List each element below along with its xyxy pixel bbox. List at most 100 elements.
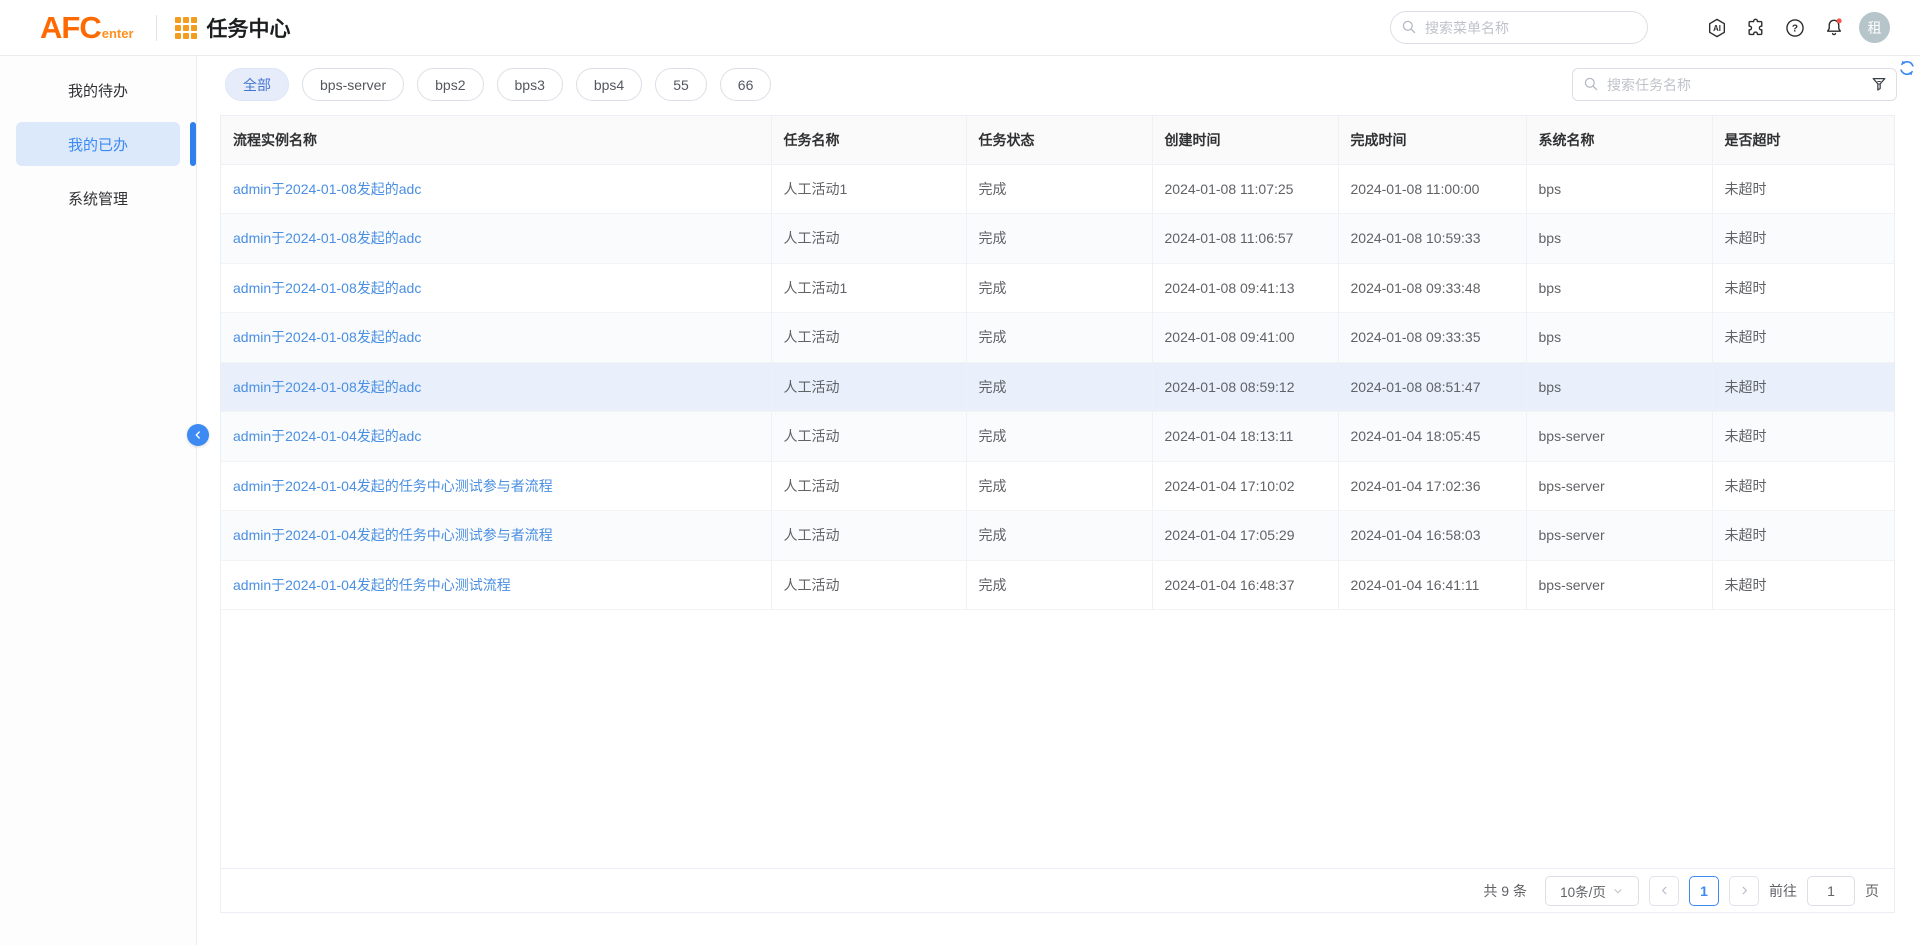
process-instance-link[interactable]: admin于2024-01-04发起的任务中心测试流程 [221, 560, 771, 610]
task-status-cell: 完成 [966, 313, 1152, 363]
filter-chip-label: bps4 [594, 77, 624, 93]
timeout-cell: 未超时 [1712, 263, 1894, 313]
filter-chip[interactable]: bps3 [497, 68, 563, 101]
created-time-cell: 2024-01-04 17:05:29 [1152, 511, 1338, 561]
filter-chip[interactable]: 66 [720, 68, 772, 101]
task-status-cell: 完成 [966, 461, 1152, 511]
task-status-cell: 完成 [966, 362, 1152, 412]
process-instance-link[interactable]: admin于2024-01-08发起的adc [221, 263, 771, 313]
total-count: 共 9 条 [1483, 881, 1527, 901]
process-instance-link[interactable]: admin于2024-01-04发起的adc [221, 412, 771, 462]
system-name-cell: bps [1526, 214, 1712, 264]
task-name-cell: 人工活动1 [771, 164, 966, 214]
search-icon [1401, 19, 1417, 40]
app-title-wrap: 任务中心 [175, 13, 291, 43]
notification-dot [1837, 18, 1842, 23]
menu-search-input[interactable] [1390, 11, 1648, 44]
page-number-button[interactable]: 1 [1689, 876, 1719, 906]
table-row: admin于2024-01-04发起的任务中心测试参与者流程 人工活动 完成 2… [221, 461, 1894, 511]
finished-time-cell: 2024-01-08 09:33:35 [1338, 313, 1526, 363]
next-page-button[interactable] [1729, 876, 1759, 906]
timeout-cell: 未超时 [1712, 362, 1894, 412]
created-time-cell: 2024-01-04 18:13:11 [1152, 412, 1338, 462]
system-name-cell: bps-server [1526, 461, 1712, 511]
system-name-cell: bps [1526, 362, 1712, 412]
system-name-cell: bps-server [1526, 412, 1712, 462]
goto-suffix-label: 页 [1865, 881, 1879, 901]
sidebar-item[interactable]: 我的已办 [16, 122, 180, 166]
ai-icon[interactable]: AI [1706, 17, 1728, 39]
filter-chip[interactable]: 55 [655, 68, 707, 101]
task-status-cell: 完成 [966, 412, 1152, 462]
created-time-cell: 2024-01-08 11:06:57 [1152, 214, 1338, 264]
table-row: admin于2024-01-08发起的adc 人工活动1 完成 2024-01-… [221, 263, 1894, 313]
finished-time-cell: 2024-01-08 11:00:00 [1338, 164, 1526, 214]
process-instance-link[interactable]: admin于2024-01-08发起的adc [221, 164, 771, 214]
system-name-cell: bps [1526, 164, 1712, 214]
filter-chip[interactable]: 全部 [225, 68, 289, 101]
filter-funnel-icon[interactable] [1869, 74, 1889, 99]
menu-search [1390, 11, 1648, 44]
process-instance-link[interactable]: admin于2024-01-08发起的adc [221, 214, 771, 264]
user-avatar[interactable]: 租 [1859, 12, 1890, 43]
goto-page-input[interactable] [1807, 876, 1855, 906]
process-instance-link[interactable]: admin于2024-01-08发起的adc [221, 313, 771, 363]
column-header: 是否超时 [1712, 116, 1894, 164]
timeout-cell: 未超时 [1712, 313, 1894, 363]
task-name-cell: 人工活动 [771, 214, 966, 264]
app-logo[interactable]: AFC enter [40, 10, 134, 46]
created-time-cell: 2024-01-08 08:59:12 [1152, 362, 1338, 412]
timeout-cell: 未超时 [1712, 461, 1894, 511]
task-status-cell: 完成 [966, 560, 1152, 610]
finished-time-cell: 2024-01-04 16:58:03 [1338, 511, 1526, 561]
filter-chip-label: 全部 [243, 75, 271, 95]
process-instance-link[interactable]: admin于2024-01-04发起的任务中心测试参与者流程 [221, 511, 771, 561]
filter-chip[interactable]: bps-server [302, 68, 404, 101]
sidebar-item[interactable]: 我的待办 [16, 68, 180, 112]
table-header-row: 流程实例名称 任务名称 任务状态 创建时间 完成时间 系统名称 是否超时 [221, 116, 1894, 164]
task-name-cell: 人工活动 [771, 313, 966, 363]
finished-time-cell: 2024-01-04 17:02:36 [1338, 461, 1526, 511]
svg-text:?: ? [1792, 23, 1798, 34]
finished-time-cell: 2024-01-08 10:59:33 [1338, 214, 1526, 264]
sidebar-item[interactable]: 系统管理 [16, 176, 180, 220]
plugin-icon[interactable] [1745, 17, 1767, 39]
filter-toolbar: 全部 bps-server bps2 bps3 bps4 [225, 68, 1897, 101]
filter-chip[interactable]: bps4 [576, 68, 642, 101]
task-name-cell: 人工活动 [771, 560, 966, 610]
refresh-icon[interactable] [1896, 57, 1918, 84]
help-icon[interactable]: ? [1784, 17, 1806, 39]
table-row: admin于2024-01-08发起的adc 人工活动 完成 2024-01-0… [221, 214, 1894, 264]
task-status-cell: 完成 [966, 263, 1152, 313]
system-name-cell: bps [1526, 263, 1712, 313]
page-size-select[interactable]: 10条/页 [1545, 876, 1639, 906]
bell-icon[interactable] [1823, 17, 1845, 39]
tasks-table: 流程实例名称 任务名称 任务状态 创建时间 完成时间 系统名称 是否超时 [221, 116, 1894, 610]
created-time-cell: 2024-01-08 09:41:13 [1152, 263, 1338, 313]
svg-text:AI: AI [1713, 24, 1721, 33]
table-row: admin于2024-01-04发起的任务中心测试流程 人工活动 完成 2024… [221, 560, 1894, 610]
logo-text: AFC [40, 10, 101, 46]
sidebar-item-label: 我的待办 [68, 80, 128, 101]
column-header: 任务名称 [771, 116, 966, 164]
process-instance-link[interactable]: admin于2024-01-04发起的任务中心测试参与者流程 [221, 461, 771, 511]
process-instance-link[interactable]: admin于2024-01-08发起的adc [221, 362, 771, 412]
sidebar-collapse-button[interactable] [187, 424, 209, 446]
filter-chip-label: bps3 [515, 77, 545, 93]
timeout-cell: 未超时 [1712, 511, 1894, 561]
finished-time-cell: 2024-01-08 08:51:47 [1338, 362, 1526, 412]
finished-time-cell: 2024-01-08 09:33:48 [1338, 263, 1526, 313]
timeout-cell: 未超时 [1712, 164, 1894, 214]
filter-chip[interactable]: bps2 [417, 68, 483, 101]
apps-grid-icon[interactable] [175, 17, 197, 39]
created-time-cell: 2024-01-08 11:07:25 [1152, 164, 1338, 214]
task-search-input[interactable] [1572, 68, 1897, 101]
finished-time-cell: 2024-01-04 16:41:11 [1338, 560, 1526, 610]
search-icon [1583, 76, 1599, 97]
table-body: admin于2024-01-08发起的adc 人工活动1 完成 2024-01-… [221, 164, 1894, 610]
prev-page-button[interactable] [1649, 876, 1679, 906]
page-size-value: 10条/页 [1560, 881, 1606, 901]
header-divider [156, 15, 157, 41]
chevron-right-icon [1738, 884, 1751, 897]
sidebar-item-label: 我的已办 [68, 134, 128, 155]
